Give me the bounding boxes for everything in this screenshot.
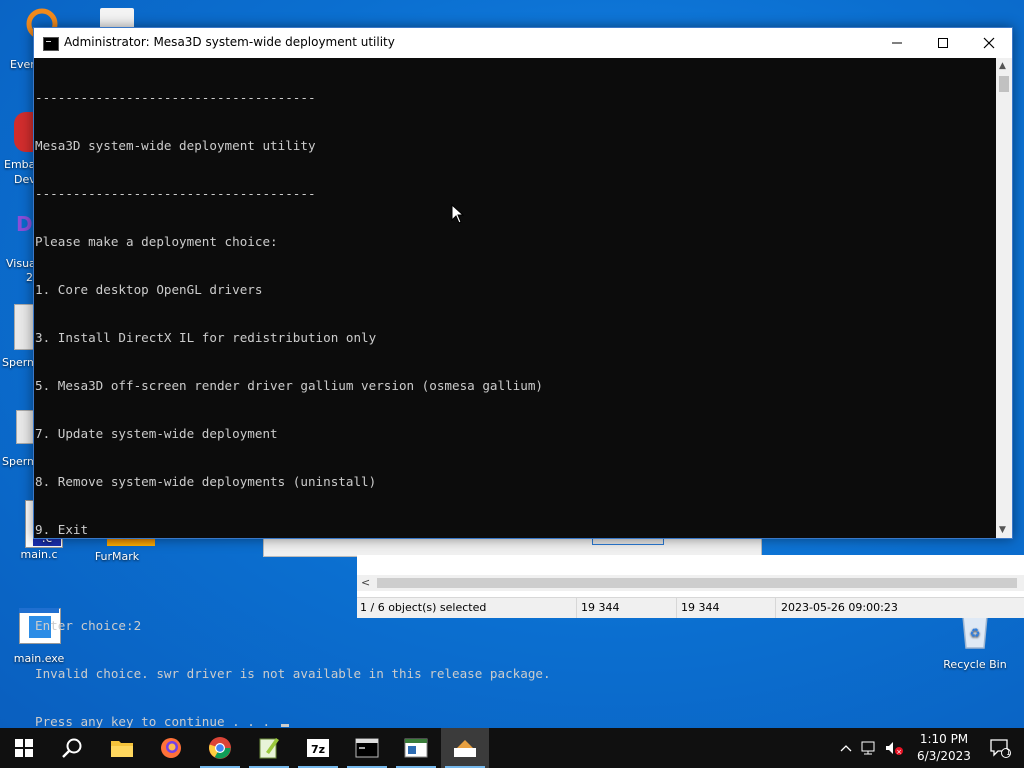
taskbar-command-prompt[interactable] <box>343 728 391 768</box>
desktop: Ever Emba Dev D Visua 2 Sperm Sperm .c m… <box>0 0 1024 729</box>
clock-time: 1:10 PM <box>919 732 969 746</box>
maximize-button[interactable] <box>920 28 966 58</box>
console-line: 5. Mesa3D off-screen render driver galli… <box>35 378 543 393</box>
show-hidden-icons-icon[interactable] <box>838 740 854 756</box>
console-line: Please make a deployment choice: <box>35 234 278 249</box>
close-icon <box>983 37 995 49</box>
volume-muted-icon[interactable]: × <box>884 740 904 756</box>
taskbar-chrome[interactable] <box>196 728 244 768</box>
clock-date: 6/3/2023 <box>917 749 971 763</box>
start-button[interactable] <box>0 728 48 768</box>
command-prompt-icon <box>355 738 379 758</box>
taskbar-clock[interactable]: 1:10 PM 6/3/2023 <box>914 731 974 765</box>
scroll-down-icon[interactable]: ▼ <box>999 525 1006 535</box>
scrollbar-thumb[interactable] <box>999 76 1009 92</box>
console-output[interactable]: ------------------------------------- Me… <box>34 58 997 729</box>
minimize-icon <box>892 42 902 44</box>
console-line: Invalid choice. swr driver is not availa… <box>35 666 551 681</box>
chrome-icon <box>209 737 231 759</box>
console-line: ------------------------------------- <box>35 90 316 105</box>
console-line: Enter choice:2 <box>35 618 142 633</box>
taskbar-app-window[interactable] <box>392 728 440 768</box>
system-tray: × <box>838 728 904 768</box>
taskbar-firefox[interactable] <box>147 728 195 768</box>
maximize-icon <box>938 38 948 48</box>
svg-text:×: × <box>896 748 902 756</box>
vertical-scrollbar[interactable]: ▲ ▼ <box>996 58 1012 538</box>
action-center-button[interactable]: 1 <box>976 728 1024 768</box>
console-line: 7. Update system-wide deployment <box>35 426 278 441</box>
taskbar-7zip[interactable]: 7z <box>294 728 342 768</box>
archive-app-icon <box>454 740 476 757</box>
close-button[interactable] <box>966 28 1012 58</box>
console-line: 3. Install DirectX IL for redistribution… <box>35 330 377 345</box>
taskbar-file-explorer[interactable] <box>98 728 146 768</box>
prompt-text: Press any key to continue . . . <box>35 714 278 729</box>
visual-studio-icon[interactable]: D <box>16 212 34 242</box>
desktop-label-cut: Visua <box>6 257 36 270</box>
console-line: 1. Core desktop OpenGL drivers <box>35 282 263 297</box>
notification-count: 1 <box>1006 748 1012 757</box>
console-app-icon[interactable] <box>43 37 59 51</box>
desktop-label-cut: 2 <box>26 271 33 284</box>
svg-text:7z: 7z <box>311 743 325 756</box>
taskbar-notepad-plus-plus[interactable] <box>245 728 293 768</box>
console-line: ------------------------------------- <box>35 186 316 201</box>
app-window-icon <box>404 738 428 758</box>
console-window[interactable]: Administrator: Mesa3D system-wide deploy… <box>33 27 1013 729</box>
folder-icon <box>111 741 133 757</box>
console-line: Mesa3D system-wide deployment utility <box>35 138 316 153</box>
console-line: 8. Remove system-wide deployments (unins… <box>35 474 377 489</box>
notepad-plus-plus-icon <box>259 738 279 759</box>
minimize-button[interactable] <box>874 28 920 58</box>
scroll-up-icon[interactable]: ▲ <box>999 61 1006 71</box>
title-bar[interactable]: Administrator: Mesa3D system-wide deploy… <box>34 28 1012 58</box>
search-icon <box>62 738 82 758</box>
console-line: 9. Exit <box>35 522 89 537</box>
network-icon[interactable] <box>860 740 880 756</box>
window-title: Administrator: Mesa3D system-wide deploy… <box>64 35 395 49</box>
desktop-label-cut: Ever <box>10 58 35 71</box>
text-cursor <box>280 724 289 727</box>
taskbar: 7z × 1:10 PM 6/3/2023 1 <box>0 728 1024 768</box>
firefox-icon <box>161 738 181 758</box>
7zip-icon: 7z <box>307 739 329 757</box>
mouse-pointer-icon <box>451 204 465 224</box>
taskbar-active-app[interactable] <box>441 728 489 768</box>
desktop-label-cut: Emba <box>4 158 36 171</box>
windows-logo-icon <box>15 739 33 757</box>
search-button[interactable] <box>48 728 96 768</box>
